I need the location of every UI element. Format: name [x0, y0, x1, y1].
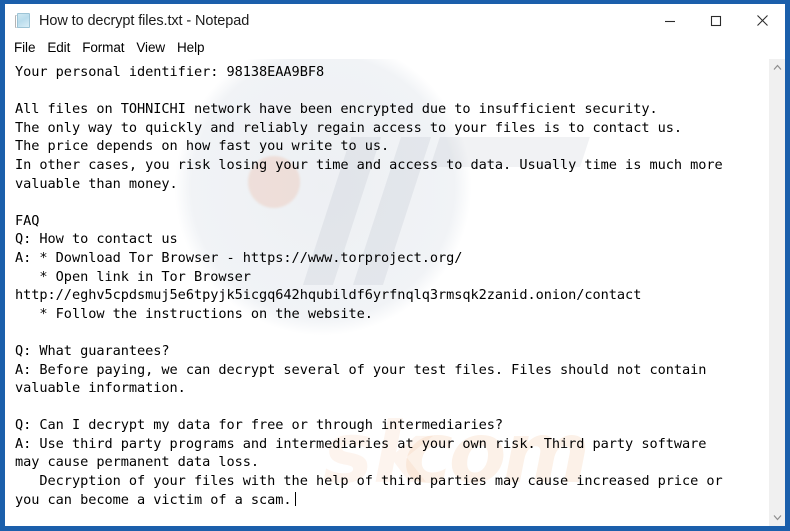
note-line: All files on TOHNICHI network have been … [15, 101, 658, 118]
note-line: valuable than money. [15, 175, 178, 192]
maximize-button[interactable] [693, 4, 739, 37]
window-title: How to decrypt files.txt - Notepad [39, 12, 250, 29]
menu-item-edit[interactable]: Edit [47, 37, 77, 58]
note-line: A: * Download Tor Browser - https://www.… [15, 249, 463, 266]
note-line: * Open link in Tor Browser [15, 268, 251, 285]
note-line [15, 193, 768, 212]
note-line: FAQ [15, 212, 40, 229]
note-line: http://eghv5cpdsmuj5e6tpyjk5icgq642hqubi… [15, 287, 642, 304]
note-line: Your personal identifier: 98138EAA9BF8 [15, 64, 325, 80]
text-editor[interactable]: sk com Your personal identifier: 98138EA… [5, 59, 768, 526]
note-line: The only way to quickly and reliably reg… [15, 119, 682, 136]
scrollbar-track[interactable] [769, 76, 785, 509]
maximize-icon [710, 15, 722, 26]
note-line [15, 398, 768, 417]
note-line: Q: How to contact us [15, 231, 178, 248]
note-line: * Follow the instructions on the website… [15, 305, 373, 322]
menu-item-help[interactable]: Help [177, 37, 211, 58]
title-bar[interactable]: How to decrypt files.txt - Notepad [5, 4, 785, 37]
minimize-button[interactable] [647, 4, 693, 37]
chevron-down-icon [773, 515, 782, 521]
text-caret [294, 491, 296, 506]
editor-area: sk com Your personal identifier: 98138EA… [5, 58, 785, 526]
window-controls [647, 4, 785, 37]
menu-item-file[interactable]: File [14, 37, 42, 58]
close-button[interactable] [739, 4, 785, 37]
close-icon [756, 15, 768, 26]
ransom-note-text: Your personal identifier: 98138EAA9BF8 A… [5, 59, 768, 509]
note-line: you can become a victim of a scam. [15, 491, 768, 510]
vertical-scrollbar[interactable] [768, 59, 785, 526]
note-line: Q: Can I decrypt my data for free or thr… [15, 417, 504, 434]
title-bar-left: How to decrypt files.txt - Notepad [5, 12, 249, 29]
scroll-down-button[interactable] [769, 509, 785, 526]
chevron-up-icon [773, 64, 782, 70]
notepad-document-icon [15, 12, 32, 29]
note-line: may cause permanent data loss. [15, 454, 260, 471]
note-line: The price depends on how fast you write … [15, 138, 390, 155]
minimize-icon [665, 20, 675, 22]
note-line: valuable information. [15, 380, 186, 397]
note-line: A: Use third party programs and intermed… [15, 435, 707, 452]
note-line: Decryption of your files with the help o… [15, 473, 723, 490]
menu-bar: File Edit Format View Help [5, 37, 785, 58]
scroll-up-button[interactable] [769, 59, 785, 76]
note-line: Q: What guarantees? [15, 342, 170, 359]
notepad-window: How to decrypt files.txt - Notepad File … [0, 0, 790, 531]
scrollbar-thumb[interactable] [769, 76, 785, 509]
note-line: A: Before paying, we can decrypt several… [15, 361, 707, 378]
note-line [15, 82, 768, 101]
note-line: In other cases, you risk losing your tim… [15, 156, 723, 173]
menu-item-view[interactable]: View [136, 37, 172, 58]
note-line [15, 323, 768, 342]
menu-item-format[interactable]: Format [82, 37, 131, 58]
